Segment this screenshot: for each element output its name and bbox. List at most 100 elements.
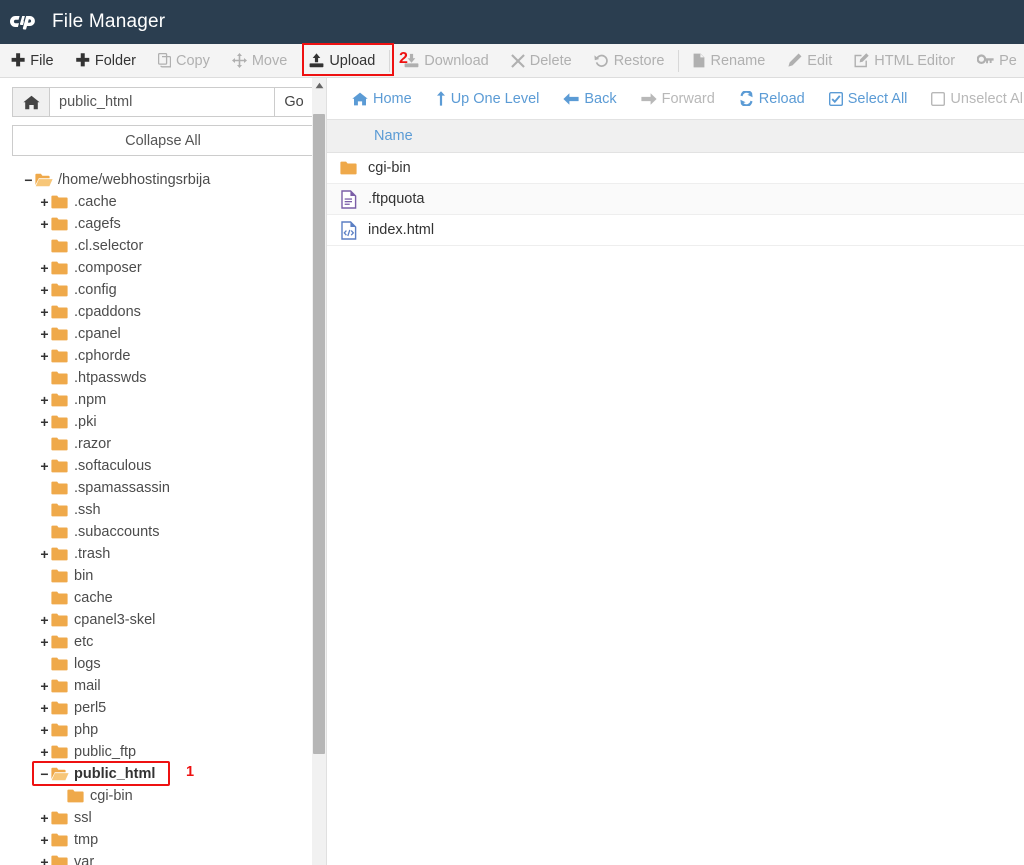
expand-icon[interactable]: + bbox=[38, 349, 51, 363]
expand-icon[interactable]: + bbox=[38, 855, 51, 865]
folder-icon bbox=[51, 525, 71, 539]
upload-icon bbox=[309, 53, 324, 68]
path-input[interactable]: public_html bbox=[50, 87, 274, 117]
tree-item-softaculous[interactable]: + .softaculous bbox=[0, 455, 326, 477]
tree-item-subaccounts[interactable]: .subaccounts bbox=[0, 521, 326, 543]
tree-item-public_html[interactable]: − public_html bbox=[0, 763, 326, 785]
tree-item-cagefs[interactable]: + .cagefs bbox=[0, 213, 326, 235]
collapse-icon[interactable]: − bbox=[22, 173, 35, 187]
tree-item-pki[interactable]: + .pki bbox=[0, 411, 326, 433]
expand-icon[interactable]: + bbox=[38, 195, 51, 209]
toolbar-button-label: Move bbox=[251, 52, 288, 69]
tree-item-var[interactable]: + var bbox=[0, 851, 326, 865]
nav-button-label: Reload bbox=[758, 90, 805, 107]
folder-icon bbox=[67, 789, 87, 803]
folder-icon bbox=[51, 481, 71, 495]
table-row[interactable]: cgi-bin bbox=[327, 153, 1024, 184]
home-icon[interactable] bbox=[12, 87, 50, 117]
toolbar-button-label: File bbox=[30, 52, 54, 69]
table-row[interactable]: .ftpquota bbox=[327, 184, 1024, 215]
collapse-icon[interactable]: − bbox=[38, 767, 51, 781]
folder-icon bbox=[51, 591, 71, 605]
folder-icon bbox=[51, 679, 71, 693]
collapse-all-button[interactable]: Collapse All bbox=[12, 125, 314, 156]
toolbar-file-button[interactable]: ✚ File bbox=[0, 44, 65, 77]
column-header-name[interactable]: Name bbox=[327, 128, 413, 144]
tree-item-npm[interactable]: + .npm bbox=[0, 389, 326, 411]
tree-item-cphorde[interactable]: + .cphorde bbox=[0, 345, 326, 367]
expand-icon[interactable]: + bbox=[38, 217, 51, 231]
tree-item-razor[interactable]: .razor bbox=[0, 433, 326, 455]
tree-item-cpaddons[interactable]: + .cpaddons bbox=[0, 301, 326, 323]
app-title: File Manager bbox=[52, 11, 166, 32]
file-table-body: cgi-bin .ftpquota index.html bbox=[327, 153, 1024, 246]
expand-icon[interactable]: + bbox=[38, 261, 51, 275]
expand-icon[interactable]: + bbox=[38, 327, 51, 341]
nav-home-button[interactable]: Home bbox=[340, 78, 424, 119]
tree-item-php[interactable]: + php bbox=[0, 719, 326, 741]
expand-icon[interactable]: + bbox=[38, 547, 51, 561]
tree-item-home-webhostingsrbija[interactable]: − /home/webhostingsrbija bbox=[0, 169, 326, 191]
toolbar-folder-button[interactable]: ✚ Folder bbox=[65, 44, 147, 77]
tree-item-mail[interactable]: + mail bbox=[0, 675, 326, 697]
folder-icon bbox=[51, 217, 71, 231]
expand-icon[interactable]: + bbox=[38, 811, 51, 825]
tree-item-config[interactable]: + .config bbox=[0, 279, 326, 301]
nav-select-all-button[interactable]: Select All bbox=[817, 78, 920, 119]
tree-item-label: php bbox=[74, 722, 99, 738]
expand-icon[interactable]: + bbox=[38, 723, 51, 737]
expand-icon[interactable]: + bbox=[38, 613, 51, 627]
tree-item-cpanel[interactable]: + .cpanel bbox=[0, 323, 326, 345]
tree-item-cache[interactable]: cache bbox=[0, 587, 326, 609]
tree-item-trash[interactable]: + .trash bbox=[0, 543, 326, 565]
expand-icon[interactable]: + bbox=[38, 283, 51, 297]
nav-up-one-level-button[interactable]: Up One Level bbox=[424, 78, 552, 119]
tree-item-cache[interactable]: + .cache bbox=[0, 191, 326, 213]
toolbar-download-button: Download bbox=[393, 44, 500, 77]
tree-item-cl-selector[interactable]: .cl.selector bbox=[0, 235, 326, 257]
tree-item-label: .htpasswds bbox=[74, 370, 147, 386]
arrow-left-icon bbox=[563, 92, 579, 106]
expand-icon[interactable]: + bbox=[38, 459, 51, 473]
folder-icon bbox=[327, 161, 366, 175]
expand-icon[interactable]: + bbox=[38, 305, 51, 319]
scrollbar-thumb[interactable] bbox=[313, 114, 325, 754]
tree-item-composer[interactable]: + .composer bbox=[0, 257, 326, 279]
nav-back-button[interactable]: Back bbox=[551, 78, 628, 119]
tree-item-etc[interactable]: + etc bbox=[0, 631, 326, 653]
expand-icon[interactable]: + bbox=[38, 415, 51, 429]
tree-item-spamassassin[interactable]: .spamassassin bbox=[0, 477, 326, 499]
nav-reload-button[interactable]: Reload bbox=[727, 78, 817, 119]
expand-icon[interactable]: + bbox=[38, 679, 51, 693]
tree-item-label: .cphorde bbox=[74, 348, 131, 364]
folder-icon bbox=[51, 437, 71, 451]
path-bar: public_html Go bbox=[12, 87, 314, 117]
tree-item-ssl[interactable]: + ssl bbox=[0, 807, 326, 829]
tree-item-cgi-bin[interactable]: cgi-bin bbox=[0, 785, 326, 807]
tree-item-tmp[interactable]: + tmp bbox=[0, 829, 326, 851]
expand-icon[interactable]: + bbox=[38, 745, 51, 759]
rename-file-icon bbox=[693, 53, 705, 68]
scroll-up-arrow-icon[interactable] bbox=[312, 78, 326, 93]
toolbar-upload-button[interactable]: Upload bbox=[298, 44, 386, 77]
expand-icon[interactable]: + bbox=[38, 635, 51, 649]
tree-item-htpasswds[interactable]: .htpasswds bbox=[0, 367, 326, 389]
tree-item-logs[interactable]: logs bbox=[0, 653, 326, 675]
tree-item-public_ftp[interactable]: + public_ftp bbox=[0, 741, 326, 763]
document-icon bbox=[327, 189, 366, 209]
expand-icon[interactable]: + bbox=[38, 833, 51, 847]
tree-item-label: .pki bbox=[74, 414, 97, 430]
tree-item-perl5[interactable]: + perl5 bbox=[0, 697, 326, 719]
expand-icon[interactable]: + bbox=[38, 701, 51, 715]
go-button[interactable]: Go bbox=[274, 87, 314, 117]
nav-forward-button: Forward bbox=[629, 78, 727, 119]
tree-item-ssh[interactable]: .ssh bbox=[0, 499, 326, 521]
tree-item-bin[interactable]: bin bbox=[0, 565, 326, 587]
sidebar-scrollbar[interactable] bbox=[312, 78, 326, 865]
table-row[interactable]: index.html bbox=[327, 215, 1024, 246]
tree-item-label: .razor bbox=[74, 436, 112, 452]
directory-tree-panel: public_html Go Collapse All − /home/webho… bbox=[0, 78, 326, 865]
tree-item-cpanel3-skel[interactable]: + cpanel3-skel bbox=[0, 609, 326, 631]
reload-icon bbox=[739, 91, 754, 106]
expand-icon[interactable]: + bbox=[38, 393, 51, 407]
